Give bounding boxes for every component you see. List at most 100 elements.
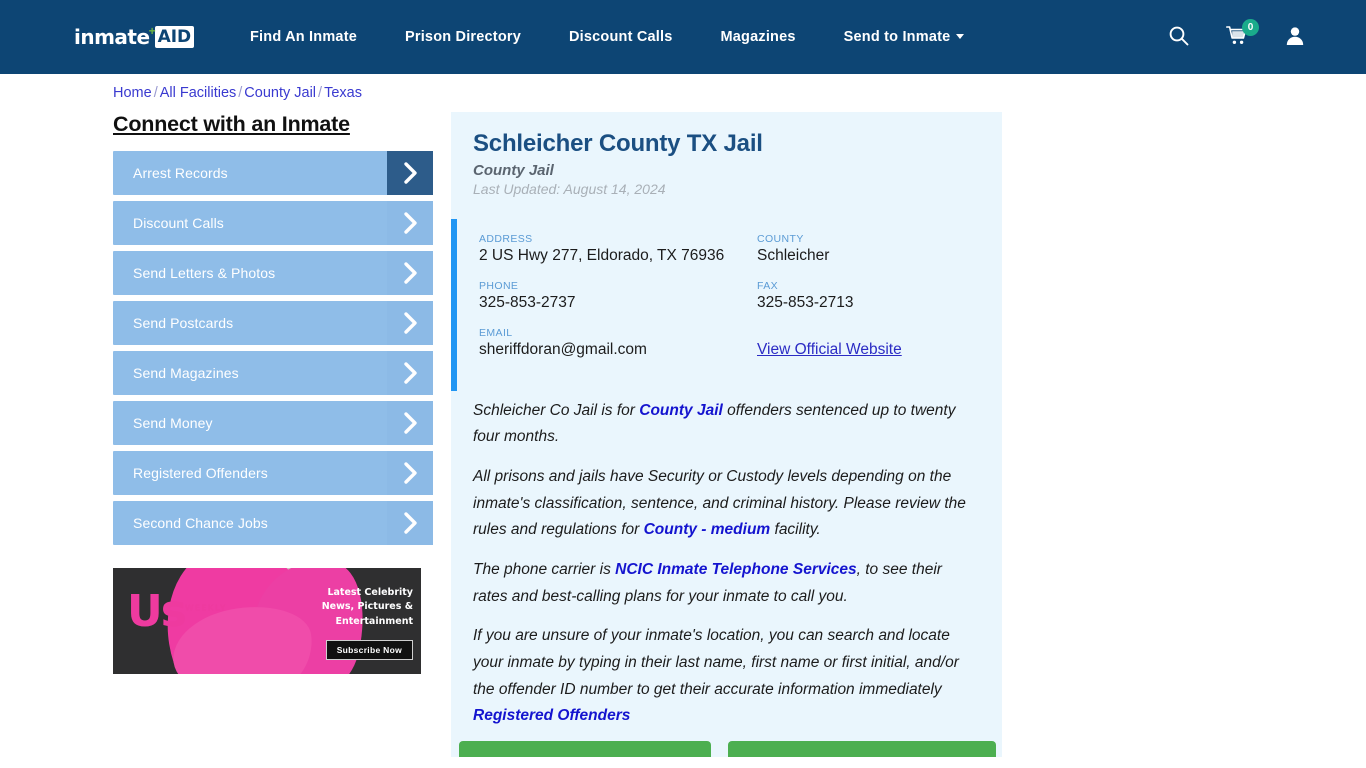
field-label: FAX bbox=[757, 279, 779, 292]
field-value: 2 US Hwy 277, Eldorado, TX 76936 bbox=[479, 247, 725, 264]
sidebar-item-discount-calls[interactable]: Discount Calls bbox=[113, 201, 433, 245]
chevron-right-icon[interactable] bbox=[387, 151, 433, 195]
sidebar-item-arrest-records[interactable]: Arrest Records bbox=[113, 151, 433, 195]
advertisement-banner[interactable]: UsWEEKLY Latest Celebrity News, Pictures… bbox=[113, 568, 421, 674]
chevron-right-icon[interactable] bbox=[387, 401, 433, 445]
nav-item-prison-directory[interactable]: Prison Directory bbox=[405, 29, 521, 45]
sidebar-item-label: Send Money bbox=[133, 415, 213, 431]
paragraph-3: The phone carrier is NCIC Inmate Telepho… bbox=[473, 557, 968, 610]
sidebar-item-label: Send Postcards bbox=[133, 315, 234, 331]
facility-contact-block: ADDRESS 2 US Hwy 277, Eldorado, TX 76936… bbox=[451, 219, 1002, 391]
site-header: inmate + AID Find An Inmate Prison Directo… bbox=[0, 0, 1366, 74]
ad-brand-logo: UsWEEKLY bbox=[127, 590, 227, 634]
link-ncic-telephone-services[interactable]: NCIC Inmate Telephone Services bbox=[615, 561, 856, 578]
sidebar-item-second-chance-jobs[interactable]: Second Chance Jobs bbox=[113, 501, 433, 545]
text-segment: The phone carrier is bbox=[473, 561, 616, 578]
chevron-down-icon bbox=[956, 34, 965, 39]
sidebar-item-label: Discount Calls bbox=[133, 215, 224, 231]
link-registered-offenders[interactable]: Registered Offenders bbox=[473, 707, 630, 724]
field-label: COUNTY bbox=[757, 233, 804, 245]
contact-grid: ADDRESS 2 US Hwy 277, Eldorado, TX 76936… bbox=[479, 233, 1002, 374]
sidebar-item-registered-offenders[interactable]: Registered Offenders bbox=[113, 451, 433, 495]
cart-count-badge: 0 bbox=[1242, 19, 1259, 36]
logo-wordmark: inmate bbox=[74, 25, 150, 49]
field-email: EMAIL sheriffdoran@gmail.com bbox=[479, 327, 757, 360]
logo-aid-badge: AID bbox=[154, 26, 195, 48]
breadcrumb-item-home[interactable]: Home bbox=[113, 85, 152, 101]
official-website-link[interactable]: View Official Website bbox=[757, 341, 902, 358]
paragraph-2: All prisons and jails have Security or C… bbox=[473, 464, 968, 544]
chevron-right-icon[interactable] bbox=[387, 301, 433, 345]
sidebar-item-label: Second Chance Jobs bbox=[133, 515, 268, 531]
nav-item-magazines[interactable]: Magazines bbox=[721, 29, 796, 45]
sidebar-item-send-money[interactable]: Send Money bbox=[113, 401, 433, 445]
sidebar-item-send-magazines[interactable]: Send Magazines bbox=[113, 351, 433, 395]
breadcrumb-item-all-facilities[interactable]: All Facilities bbox=[160, 85, 237, 101]
accent-bar bbox=[451, 219, 457, 391]
facility-type: County Jail bbox=[473, 162, 554, 179]
chevron-right-icon[interactable] bbox=[387, 351, 433, 395]
main-navigation: Find An Inmate Prison Directory Discount… bbox=[250, 0, 965, 74]
sidebar-item-send-postcards[interactable]: Send Postcards bbox=[113, 301, 433, 345]
nav-label: Discount Calls bbox=[569, 29, 673, 45]
user-icon[interactable] bbox=[1284, 25, 1306, 49]
breadcrumb: Home / All Facilities / County Jail / Texas bbox=[113, 85, 362, 101]
nav-label: Magazines bbox=[720, 29, 796, 45]
logo-plus-icon: + bbox=[148, 24, 156, 38]
facility-description: Schleicher Co Jail is for County Jail of… bbox=[451, 390, 1002, 730]
breadcrumb-item-texas[interactable]: Texas bbox=[324, 85, 362, 101]
field-phone: PHONE 325-853-2737 bbox=[479, 280, 757, 313]
nav-label: Find An Inmate bbox=[250, 29, 357, 45]
search-icon[interactable] bbox=[1168, 25, 1190, 49]
field-county: COUNTY Schleicher bbox=[757, 233, 1002, 266]
field-value: sheriffdoran@gmail.com bbox=[479, 340, 647, 358]
sidebar: Connect with an Inmate Arrest Records Di… bbox=[113, 112, 433, 551]
sidebar-title: Connect with an Inmate bbox=[113, 112, 350, 136]
nav-item-discount-calls[interactable]: Discount Calls bbox=[569, 29, 673, 45]
last-updated: Last Updated: August 14, 2024 bbox=[473, 181, 666, 197]
field-label: EMAIL bbox=[479, 326, 513, 339]
cta-button-row bbox=[459, 741, 1002, 757]
nav-label: Prison Directory bbox=[404, 29, 521, 45]
paragraph-4: If you are unsure of your inmate's locat… bbox=[473, 623, 968, 730]
chevron-right-icon[interactable] bbox=[387, 251, 433, 295]
link-county-medium[interactable]: County - medium bbox=[644, 521, 771, 538]
field-label-spacer bbox=[757, 327, 1002, 339]
cta-button-left[interactable] bbox=[459, 741, 711, 757]
site-logo[interactable]: inmate + AID bbox=[74, 24, 195, 50]
header-icon-group: 0 bbox=[1168, 0, 1306, 74]
cart-icon[interactable]: 0 bbox=[1226, 19, 1259, 49]
field-value: 325-853-2737 bbox=[479, 293, 576, 311]
field-label: PHONE bbox=[479, 279, 519, 292]
sidebar-item-label: Arrest Records bbox=[133, 165, 228, 181]
field-value: 325-853-2713 bbox=[757, 293, 854, 311]
breadcrumb-item-county-jail[interactable]: County Jail bbox=[244, 85, 316, 101]
field-address: ADDRESS 2 US Hwy 277, Eldorado, TX 76936 bbox=[479, 233, 757, 266]
field-fax: FAX 325-853-2713 bbox=[757, 280, 1002, 313]
ad-headline: Latest Celebrity News, Pictures & Entert… bbox=[321, 587, 413, 627]
breadcrumb-separator: / bbox=[238, 85, 243, 101]
breadcrumb-separator: / bbox=[153, 85, 158, 101]
nav-label: Send to Inmate bbox=[843, 29, 951, 45]
cta-button-right[interactable] bbox=[728, 741, 996, 757]
nav-item-send-to-inmate[interactable]: Send to Inmate bbox=[844, 29, 965, 45]
sidebar-item-label: Send Letters & Photos bbox=[133, 265, 276, 281]
sidebar-item-label: Registered Offenders bbox=[133, 465, 268, 481]
chevron-right-icon[interactable] bbox=[387, 451, 433, 495]
ad-subscribe-button[interactable]: Subscribe Now bbox=[325, 640, 413, 660]
chevron-right-icon[interactable] bbox=[387, 201, 433, 245]
sidebar-item-label: Send Magazines bbox=[133, 365, 239, 381]
field-website: View Official Website bbox=[757, 327, 1002, 360]
page-title: Schleicher County TX Jail bbox=[473, 130, 763, 157]
breadcrumb-separator: / bbox=[318, 85, 323, 101]
nav-item-find-an-inmate[interactable]: Find An Inmate bbox=[250, 29, 357, 45]
paragraph-1: Schleicher Co Jail is for County Jail of… bbox=[473, 398, 968, 451]
text-segment: facility. bbox=[770, 521, 821, 539]
facility-card: Schleicher County TX Jail County Jail La… bbox=[451, 112, 1002, 757]
chevron-right-icon[interactable] bbox=[387, 501, 433, 545]
sidebar-item-send-letters-photos[interactable]: Send Letters & Photos bbox=[113, 251, 433, 295]
link-county-jail[interactable]: County Jail bbox=[639, 402, 723, 419]
field-value: Schleicher bbox=[757, 247, 830, 264]
text-segment: Schleicher Co Jail is for bbox=[473, 401, 640, 419]
ad-brand-text: Us bbox=[127, 586, 187, 637]
